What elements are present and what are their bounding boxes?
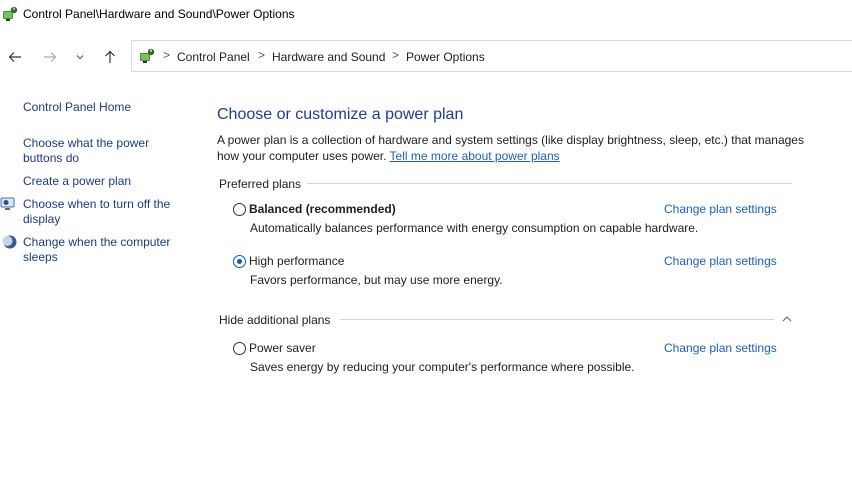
preferred-plans-label: Preferred plans (219, 177, 308, 191)
sidebar-link-display-off[interactable]: Choose when to turn off the display (23, 197, 183, 227)
chevron-down-icon (76, 55, 84, 60)
learn-more-link[interactable]: Tell me more about power plans (390, 149, 560, 163)
plan-desc-power-saver: Saves energy by reducing your computer's… (250, 360, 635, 374)
sidebar-link-computer-sleeps[interactable]: Change when the computer sleeps (23, 235, 183, 265)
sidebar-link-power-buttons[interactable]: Choose what the power buttons do (23, 136, 173, 166)
plan-desc-high-performance: Favors performance, but may use more ene… (250, 273, 503, 287)
breadcrumb-separator: > (163, 48, 171, 62)
sidebar-control-panel-home[interactable]: Control Panel Home (23, 100, 131, 115)
chevron-up-icon[interactable] (780, 312, 794, 326)
radio-balanced[interactable] (233, 203, 246, 216)
radio-power-saver[interactable] (233, 342, 246, 355)
hide-additional-plans-toggle[interactable]: Hide additional plans (219, 313, 337, 327)
back-arrow-icon (8, 52, 21, 62)
monitor-moon-icon (0, 196, 16, 212)
recent-locations-button[interactable] (72, 48, 88, 66)
power-options-icon (2, 6, 18, 22)
breadcrumb-separator: > (258, 48, 266, 62)
plan-name-power-saver[interactable]: Power saver (249, 341, 316, 355)
breadcrumb-power-options[interactable]: Power Options (406, 50, 485, 64)
up-arrow-icon (105, 50, 115, 63)
up-button[interactable] (99, 46, 121, 68)
radio-high-performance[interactable] (233, 255, 246, 268)
power-options-icon (139, 48, 155, 64)
change-plan-settings-high-performance[interactable]: Change plan settings (664, 254, 777, 268)
change-plan-settings-balanced[interactable]: Change plan settings (664, 202, 777, 216)
page-description: A power plan is a collection of hardware… (217, 133, 817, 164)
back-button[interactable] (4, 46, 26, 68)
breadcrumb-separator: > (392, 48, 400, 62)
sidebar-link-create-plan[interactable]: Create a power plan (23, 174, 131, 189)
plan-name-high-performance[interactable]: High performance (249, 254, 344, 268)
divider (305, 183, 792, 184)
plan-name-balanced[interactable]: Balanced (recommended) (249, 202, 396, 216)
divider (340, 319, 774, 320)
breadcrumb-hardware-and-sound[interactable]: Hardware and Sound (272, 50, 385, 64)
change-plan-settings-power-saver[interactable]: Change plan settings (664, 341, 777, 355)
forward-arrow-icon (44, 52, 57, 62)
moon-icon (2, 234, 18, 250)
breadcrumb-control-panel[interactable]: Control Panel (177, 50, 250, 64)
plan-desc-balanced: Automatically balances performance with … (250, 221, 699, 235)
page-title: Choose or customize a power plan (217, 106, 464, 123)
forward-button[interactable] (39, 46, 61, 68)
window-title: Control Panel\Hardware and Sound\Power O… (23, 7, 295, 21)
